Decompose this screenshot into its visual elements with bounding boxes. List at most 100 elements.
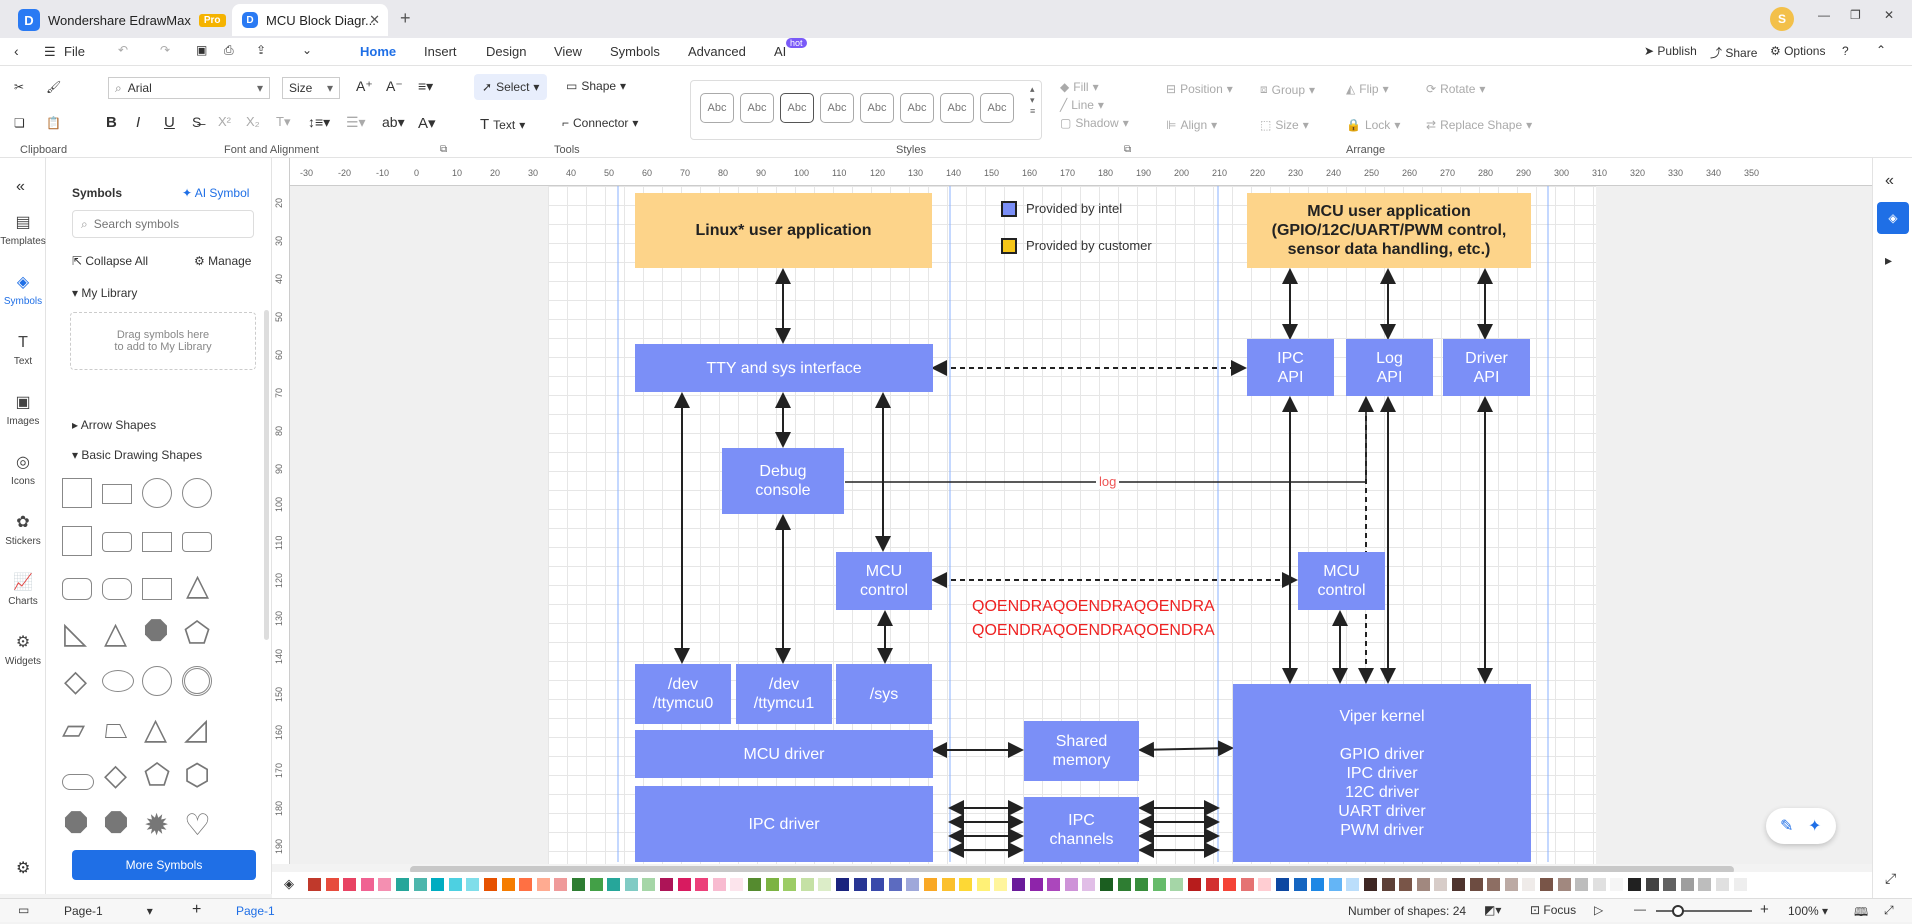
color-swatch[interactable] — [360, 878, 374, 891]
color-swatch[interactable] — [343, 878, 357, 891]
color-swatch[interactable] — [1610, 878, 1624, 891]
color-swatch[interactable] — [1029, 878, 1043, 891]
page-panel-icon[interactable]: ▭ — [18, 903, 29, 917]
log-connector[interactable] — [845, 396, 1373, 483]
color-swatch[interactable] — [1469, 878, 1483, 891]
color-swatch[interactable] — [730, 878, 744, 891]
color-swatch[interactable] — [783, 878, 797, 891]
color-swatch[interactable] — [484, 878, 497, 891]
color-swatch[interactable] — [1628, 878, 1641, 891]
slides-panel-icon[interactable]: ▸ — [1885, 252, 1892, 269]
color-swatch[interactable] — [1452, 878, 1465, 891]
color-swatch[interactable] — [748, 878, 761, 891]
mcu-user-application-block[interactable]: MCU user application (GPIO/12C/UART/PWM … — [1247, 193, 1531, 268]
color-swatch[interactable] — [941, 878, 955, 891]
color-swatch[interactable] — [959, 878, 973, 891]
sys-block[interactable]: /sys — [836, 664, 932, 724]
zoom-slider[interactable] — [1656, 910, 1752, 912]
color-swatch[interactable] — [660, 878, 673, 891]
color-swatch[interactable] — [853, 878, 867, 891]
color-swatch[interactable] — [1575, 878, 1589, 891]
color-swatch[interactable] — [1487, 878, 1501, 891]
color-swatch[interactable] — [378, 878, 392, 891]
color-swatch[interactable] — [607, 878, 621, 891]
color-swatch[interactable] — [325, 878, 339, 891]
zoom-in-icon[interactable]: + — [1760, 901, 1769, 918]
color-swatch[interactable] — [1416, 878, 1430, 891]
color-swatch[interactable] — [695, 878, 709, 891]
color-swatch[interactable] — [431, 878, 445, 891]
color-swatch[interactable] — [413, 878, 427, 891]
color-swatch[interactable] — [1012, 878, 1025, 891]
color-swatch[interactable] — [1504, 878, 1518, 891]
log-api-block[interactable]: Log API — [1346, 339, 1433, 396]
color-swatch[interactable] — [1100, 878, 1113, 891]
color-swatch[interactable] — [1364, 878, 1377, 891]
color-swatch[interactable] — [1117, 878, 1131, 891]
color-swatch[interactable] — [1311, 878, 1325, 891]
color-swatch[interactable] — [1205, 878, 1219, 891]
color-swatch[interactable] — [308, 878, 321, 891]
layers-icon[interactable]: ◩▾ — [1484, 903, 1501, 917]
add-page-icon[interactable]: + — [192, 901, 201, 919]
color-swatch[interactable] — [1592, 878, 1606, 891]
color-swatch[interactable] — [677, 878, 691, 891]
color-swatch[interactable] — [1645, 878, 1659, 891]
format-panel-icon[interactable]: ◈ — [1877, 202, 1909, 234]
color-swatch[interactable] — [1258, 878, 1272, 891]
fit-panel-icon[interactable]: ⤢ — [1885, 870, 1896, 887]
color-swatch[interactable] — [1680, 878, 1694, 891]
linux-user-application-block[interactable]: Linux* user application — [635, 193, 932, 268]
color-swatch[interactable] — [1082, 878, 1096, 891]
color-swatch[interactable] — [1751, 878, 1765, 891]
color-swatch[interactable] — [448, 878, 462, 891]
color-swatch[interactable] — [1399, 878, 1413, 891]
dev-ttymcu0-block[interactable]: /dev /ttymcu0 — [635, 664, 731, 724]
viper-kernel-block[interactable]: Viper kernel GPIO driver IPC driver 12C … — [1233, 684, 1531, 862]
fullscreen-icon[interactable]: ⤢ — [1884, 903, 1894, 918]
color-swatch[interactable] — [1223, 878, 1237, 891]
color-swatch[interactable] — [1240, 878, 1254, 891]
mcu-driver-block[interactable]: MCU driver — [635, 730, 933, 778]
color-swatch[interactable] — [1276, 878, 1289, 891]
color-swatch[interactable] — [800, 878, 814, 891]
color-swatch[interactable] — [396, 878, 409, 891]
color-swatch[interactable] — [624, 878, 638, 891]
color-swatch[interactable] — [589, 878, 603, 891]
focus-button[interactable]: ⊡ Focus — [1530, 903, 1576, 917]
color-swatch[interactable] — [994, 878, 1008, 891]
expand-right-panel-icon[interactable]: « — [1885, 172, 1894, 190]
debug-console-block[interactable]: Debug console — [722, 448, 844, 514]
color-swatch[interactable] — [1064, 878, 1078, 891]
color-swatch[interactable] — [1188, 878, 1201, 891]
fill-bucket-icon[interactable]: ◈ — [284, 876, 294, 892]
color-swatch[interactable] — [1152, 878, 1166, 891]
ai-sparkle-icon[interactable]: ✦ — [1808, 816, 1821, 836]
color-swatch[interactable] — [712, 878, 726, 891]
color-swatch[interactable] — [1434, 878, 1448, 891]
tty-sys-interface-block[interactable]: TTY and sys interface — [635, 344, 933, 392]
mcu-control-left-block[interactable]: MCU control — [836, 552, 932, 610]
color-swatch[interactable] — [1328, 878, 1342, 891]
zoom-out-icon[interactable]: — — [1634, 902, 1646, 916]
book-view-icon[interactable]: 🕮 — [1854, 903, 1868, 924]
color-swatch[interactable] — [536, 878, 550, 891]
color-swatch[interactable] — [765, 878, 779, 891]
color-swatch[interactable] — [572, 878, 585, 891]
play-icon[interactable]: ▷ — [1594, 903, 1603, 917]
color-swatch[interactable] — [1293, 878, 1307, 891]
color-swatch[interactable] — [1047, 878, 1061, 891]
ai-draw-icon[interactable]: ✎ — [1780, 816, 1793, 836]
ipc-driver-block[interactable]: IPC driver — [635, 786, 933, 862]
zoom-slider-thumb[interactable] — [1672, 905, 1684, 917]
color-swatch[interactable] — [1540, 878, 1553, 891]
color-swatch[interactable] — [818, 878, 832, 891]
color-swatch[interactable] — [1346, 878, 1360, 891]
color-swatch[interactable] — [871, 878, 885, 891]
color-swatch[interactable] — [642, 878, 656, 891]
color-swatch[interactable] — [519, 878, 533, 891]
color-swatch[interactable] — [906, 878, 920, 891]
dev-ttymcu1-block[interactable]: /dev /ttymcu1 — [736, 664, 832, 724]
color-swatch[interactable] — [888, 878, 902, 891]
color-swatch[interactable] — [1381, 878, 1395, 891]
